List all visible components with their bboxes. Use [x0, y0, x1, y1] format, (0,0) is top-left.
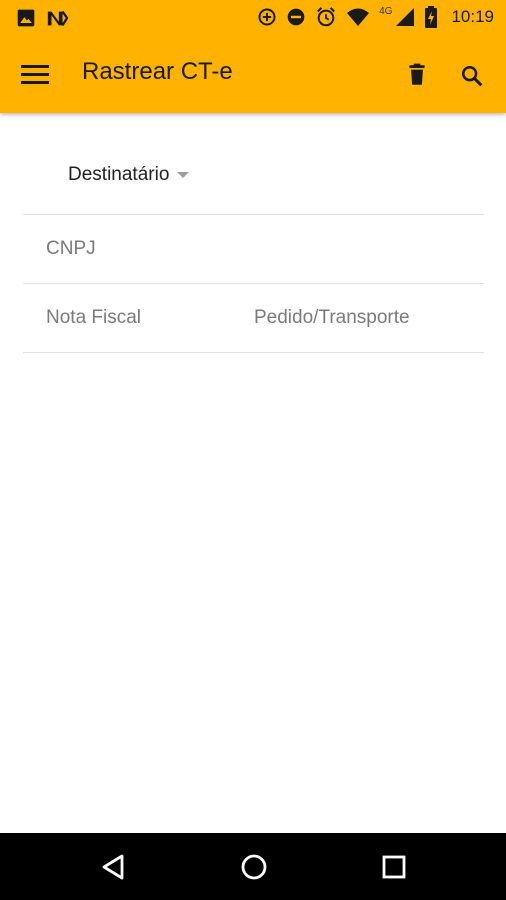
clock: 10:19: [451, 7, 494, 26]
back-button[interactable]: [100, 853, 128, 881]
recipient-type-dropdown[interactable]: Destinatário: [68, 164, 190, 186]
back-triangle-icon: [102, 854, 124, 880]
alarm-icon: [317, 7, 336, 27]
pedido-transporte-field[interactable]: Pedido/Transporte: [254, 307, 410, 329]
search-button[interactable]: [458, 62, 486, 90]
trash-icon: [409, 63, 425, 85]
menu-icon: [21, 65, 49, 84]
image-notification-icon: [17, 9, 35, 27]
home-circle-icon: [241, 854, 267, 880]
status-bar: 4G 10:19: [0, 0, 506, 36]
do-not-disturb-icon: [287, 8, 305, 26]
home-button[interactable]: [240, 853, 268, 881]
recipient-type-value: Destinatário: [68, 164, 170, 185]
nota-fiscal-field[interactable]: Nota Fiscal: [46, 307, 141, 329]
navigation-bar: [0, 833, 506, 900]
wifi-icon: [347, 8, 370, 26]
recents-button[interactable]: [380, 853, 408, 881]
search-icon: [461, 65, 483, 87]
toolbar: Rastrear CT-e: [0, 36, 506, 113]
data-saver-icon: [258, 8, 276, 26]
delete-button[interactable]: [404, 62, 430, 88]
divider: [23, 352, 484, 353]
dropdown-arrow-icon: [177, 172, 190, 178]
divider: [23, 214, 484, 215]
battery-charging-icon: [425, 6, 438, 28]
app-bar: 4G 10:19 Rastrear CT-e: [0, 0, 506, 113]
page-title: Rastrear CT-e: [82, 58, 233, 85]
n-app-notification-icon: [47, 10, 68, 26]
network-type-label: 4G: [379, 5, 393, 17]
divider: [23, 283, 484, 284]
menu-button[interactable]: [20, 62, 50, 86]
cell-signal-icon: [396, 8, 415, 26]
cnpj-field[interactable]: CNPJ: [46, 238, 96, 260]
recents-square-icon: [382, 855, 406, 879]
